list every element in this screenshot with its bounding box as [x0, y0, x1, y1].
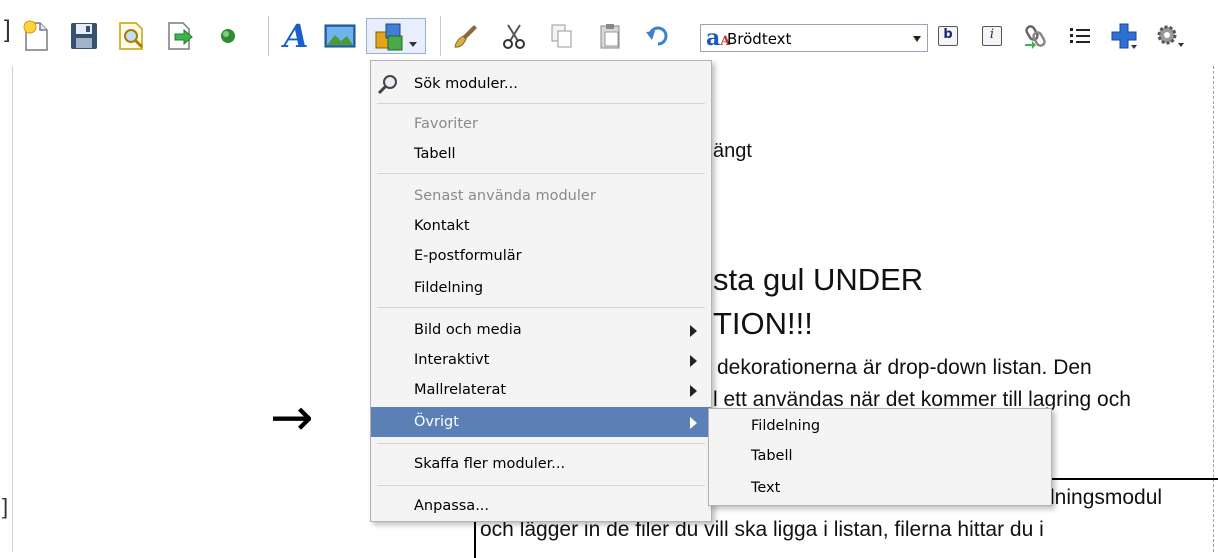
- paragraph-style-select[interactable]: aA Brödtext: [700, 24, 928, 52]
- menu-item-label: Skaffa fler moduler...: [414, 456, 566, 472]
- undo-button[interactable]: [640, 18, 676, 54]
- editor-grip: ]: [2, 494, 9, 519]
- menu-header-favorites: Favoriter: [371, 109, 711, 139]
- submenu-item-label: Text: [751, 480, 781, 496]
- cut-icon: [503, 24, 525, 49]
- menu-separator: [377, 103, 705, 104]
- text-style-button[interactable]: A: [278, 17, 314, 55]
- add-icon: [1111, 23, 1137, 49]
- save-icon: [71, 23, 97, 49]
- menu-item-mallrelaterat[interactable]: Mallrelaterat: [371, 375, 711, 405]
- toolbar-separator: [268, 16, 269, 56]
- menu-item-label: Sök moduler...: [414, 76, 518, 92]
- brush-icon: [454, 25, 477, 48]
- menu-item-interaktivt[interactable]: Interaktivt: [371, 345, 711, 375]
- insert-link-button[interactable]: [1018, 18, 1054, 54]
- submenu-item-fildelning[interactable]: Fildelning: [709, 411, 1051, 441]
- submenu-item-text[interactable]: Text: [709, 473, 1051, 503]
- menu-item-favorite-tabell[interactable]: Tabell: [371, 139, 711, 169]
- menu-item-label: Anpassa...: [414, 498, 490, 514]
- menu-header-label: Senast använda moduler: [414, 188, 596, 204]
- paragraph-style-value: Brödtext: [727, 30, 792, 48]
- menu-separator: [377, 173, 705, 174]
- menu-separator: [377, 485, 705, 486]
- save-button[interactable]: [66, 18, 102, 54]
- menu-item-recent-kontakt[interactable]: Kontakt: [371, 211, 711, 241]
- chevron-right-icon: [690, 385, 697, 397]
- bold-icon: b: [938, 26, 958, 46]
- ovrigt-submenu: Fildelning Tabell Text: [708, 408, 1052, 506]
- insert-module-button[interactable]: [366, 18, 426, 54]
- menu-item-more-modules[interactable]: Skaffa fler moduler...: [371, 449, 711, 479]
- menu-item-ovrigt[interactable]: Övrigt: [371, 407, 711, 437]
- status-dot-icon: [221, 29, 235, 43]
- chevron-right-icon: [690, 325, 697, 337]
- menu-item-label: Fildelning: [414, 280, 484, 296]
- new-page-button[interactable]: [18, 18, 54, 54]
- add-button[interactable]: [1106, 18, 1142, 54]
- preview-icon: [119, 22, 144, 50]
- cut-button[interactable]: [496, 18, 532, 54]
- menu-item-label: Kontakt: [414, 218, 470, 234]
- chevron-down-icon: [913, 36, 921, 42]
- menu-item-search-modules[interactable]: Sök moduler...: [371, 69, 711, 99]
- publish-button[interactable]: [162, 18, 198, 54]
- content-box-line: lningsmodul: [1050, 486, 1163, 509]
- menu-item-label: Tabell: [414, 146, 456, 162]
- chevron-right-icon: [690, 355, 697, 367]
- insert-image-button[interactable]: [322, 18, 358, 54]
- menu-item-label: Mallrelaterat: [414, 382, 507, 398]
- settings-button[interactable]: [1152, 18, 1188, 54]
- bold-button[interactable]: b: [930, 18, 966, 54]
- modules-icon: [375, 23, 417, 51]
- status-button[interactable]: [210, 18, 246, 54]
- toolbar-grip: ]: [4, 16, 11, 43]
- preview-button[interactable]: [114, 18, 150, 54]
- image-icon: [324, 24, 356, 48]
- chevron-right-icon: [690, 417, 697, 429]
- editor-frame-left: [12, 66, 13, 552]
- menu-header-label: Favoriter: [414, 116, 478, 132]
- content-paragraph-line: dekorationerna är drop-down listan. Den: [717, 356, 1092, 379]
- menu-item-customize[interactable]: Anpassa...: [371, 491, 711, 521]
- publish-icon: [168, 22, 193, 50]
- arrow-right-icon: →: [270, 388, 314, 448]
- list-icon: [1070, 28, 1090, 43]
- paste-button[interactable]: [592, 18, 628, 54]
- menu-item-label: E-postformulär: [414, 248, 522, 264]
- new-page-icon: [23, 20, 48, 51]
- italic-button[interactable]: i: [974, 18, 1010, 54]
- copy-button[interactable]: [544, 18, 580, 54]
- content-text-line: ängt: [713, 140, 752, 162]
- module-menu: Sök moduler... Favoriter Tabell Senast a…: [370, 60, 712, 522]
- menu-item-recent-fildelning[interactable]: Fildelning: [371, 273, 711, 303]
- menu-separator: [377, 443, 705, 444]
- menu-item-bild-och-media[interactable]: Bild och media: [371, 315, 711, 345]
- text-style-icon: A: [283, 17, 309, 55]
- menu-item-label: Interaktivt: [414, 352, 490, 368]
- toolbar-separator: [440, 16, 441, 56]
- italic-icon: i: [982, 26, 1002, 46]
- copy-icon: [551, 24, 572, 48]
- submenu-item-tabell[interactable]: Tabell: [709, 441, 1051, 471]
- undo-icon: [646, 26, 668, 46]
- settings-icon: [1157, 25, 1184, 47]
- menu-item-label: Övrigt: [414, 414, 459, 430]
- submenu-item-label: Fildelning: [751, 418, 821, 434]
- menu-item-recent-e-postformular[interactable]: E-postformulär: [371, 241, 711, 271]
- bullet-list-button[interactable]: [1062, 18, 1098, 54]
- menu-item-label: Bild och media: [414, 322, 522, 338]
- link-icon: [1025, 25, 1046, 49]
- submenu-item-label: Tabell: [751, 448, 793, 464]
- menu-header-recent: Senast använda moduler: [371, 181, 711, 211]
- content-heading-line: sta gul UNDER: [713, 262, 924, 297]
- paste-icon: [600, 24, 620, 49]
- menu-separator: [377, 307, 705, 308]
- content-heading-line: TION!!!: [713, 306, 813, 341]
- format-brush-button[interactable]: [448, 18, 484, 54]
- toolbar: ] A aA Brödtext b i: [0, 0, 1218, 66]
